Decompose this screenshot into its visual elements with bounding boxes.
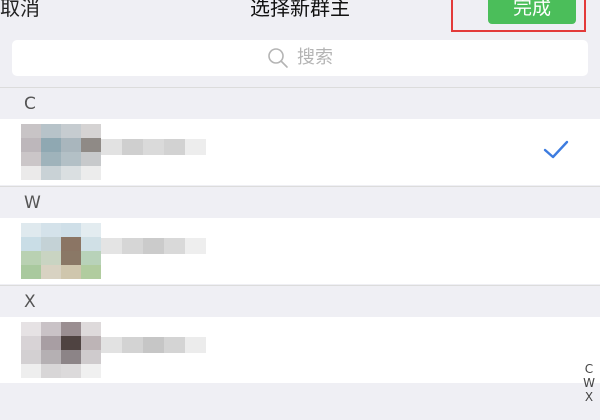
search-icon (268, 48, 288, 68)
index-letter[interactable]: C (580, 362, 598, 376)
section-header-w: W (0, 186, 600, 218)
index-letter[interactable]: W (580, 376, 598, 390)
search-bar[interactable]: 搜索 (12, 40, 588, 76)
search-placeholder: 搜索 (297, 47, 333, 68)
name-blurred (101, 337, 206, 353)
done-button[interactable]: 完成 (488, 0, 576, 24)
contact-row[interactable] (0, 317, 600, 383)
name-blurred (101, 238, 206, 254)
section-label: W (24, 193, 42, 213)
avatar (21, 223, 101, 279)
avatar (21, 322, 101, 378)
contact-row[interactable] (0, 218, 600, 284)
section-header-c: C (0, 87, 600, 119)
name-blurred (101, 139, 206, 155)
nav-bar: 取消 选择新群主 完成 (0, 0, 600, 36)
contact-row[interactable] (0, 119, 600, 185)
section-label: X (24, 292, 37, 312)
avatar (21, 124, 101, 180)
section-header-x: X (0, 285, 600, 317)
section-label: C (24, 94, 37, 114)
index-letter[interactable]: X (580, 390, 598, 404)
alphabet-index-bar[interactable]: C W X (580, 362, 598, 404)
checkmark-icon (543, 140, 569, 159)
